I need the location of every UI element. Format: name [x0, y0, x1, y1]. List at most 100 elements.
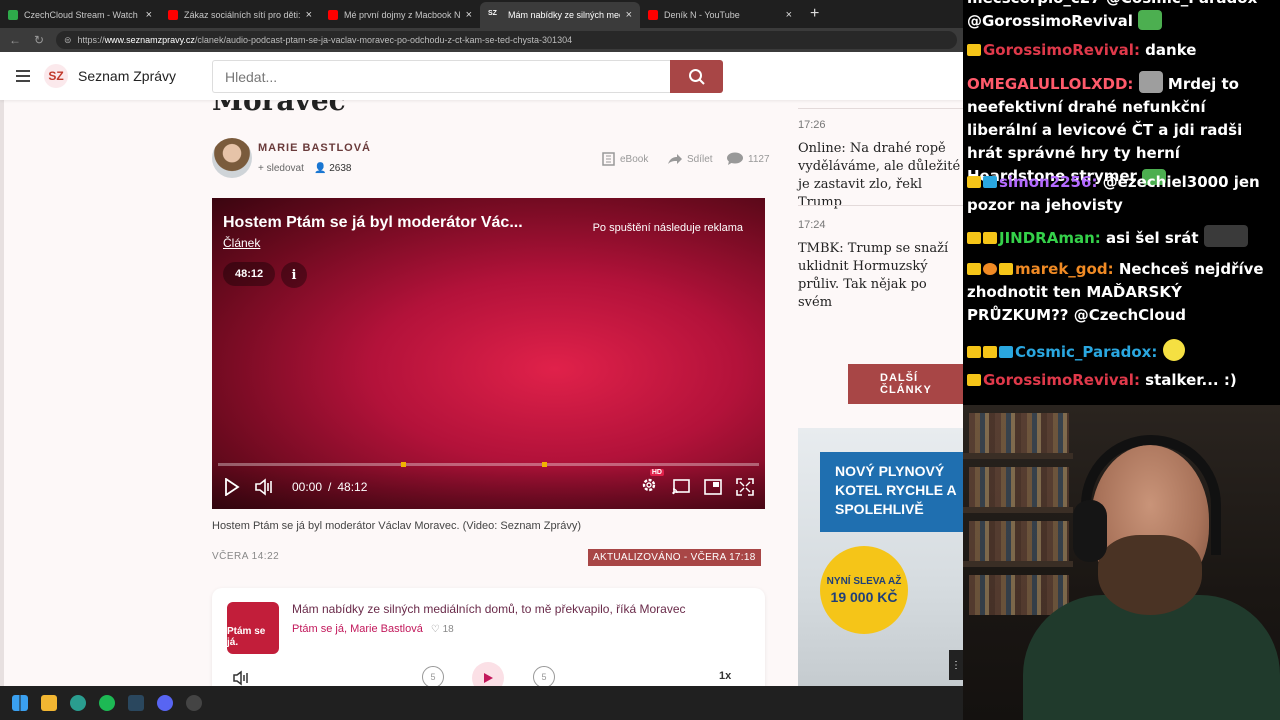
ebook-button[interactable]: eBook: [602, 152, 648, 166]
bits-badge-icon: [983, 346, 997, 358]
bookshelf: [969, 467, 1069, 507]
new-tab-button[interactable]: +: [810, 5, 819, 23]
tab-zakaz-socialnich-siti[interactable]: Zákaz sociálních sítí pro děti: Zničí ×: [160, 2, 320, 28]
close-icon[interactable]: ×: [306, 9, 312, 21]
ad-notice: Po spuštění následuje reklama: [592, 222, 743, 234]
cast-icon[interactable]: [672, 478, 690, 495]
windows-start-icon[interactable]: [12, 695, 28, 711]
tab-seznam-zpravy[interactable]: SZ Mám nabídky ze silných mediálníc ×: [480, 2, 640, 28]
webcam-feed: [963, 405, 1280, 720]
author-avatar[interactable]: [212, 138, 252, 178]
news-item[interactable]: 17:24 TMBK: Trump se snaží uklidnit Horm…: [798, 216, 963, 312]
video-controls: 00:00 / 48:12 HD: [224, 469, 754, 498]
chat-message: simon2256: @ezechiel3000 jen pozor na je…: [967, 173, 1260, 214]
close-icon[interactable]: ×: [466, 9, 472, 21]
chat-text: mecscorpio_c27 @Cosmic_Paradox @Gorossim…: [967, 0, 1257, 30]
file-explorer-icon[interactable]: [41, 695, 57, 711]
divider: [798, 108, 963, 109]
heart-icon: ♡: [430, 623, 440, 635]
follow-button[interactable]: + sledovat: [258, 163, 304, 174]
podcast-controls: 5 5 1x: [232, 662, 732, 686]
tab-czechcloud[interactable]: CzechCloud Stream - Watch Live o ×: [0, 2, 160, 28]
follower-count: 👤 2638: [314, 163, 352, 174]
article-link[interactable]: Článek: [223, 236, 260, 250]
chat-message: mecscorpio_c27 @Cosmic_Paradox @Gorossim…: [967, 0, 1277, 33]
close-icon[interactable]: ×: [786, 9, 792, 21]
ad-marker: [401, 462, 406, 467]
video-player[interactable]: Hostem Ptám se já byl moderátor Vác... Č…: [212, 198, 765, 509]
reload-icon[interactable]: ↻: [32, 33, 46, 47]
site-info-icon[interactable]: ⊜: [64, 35, 72, 46]
youtube-favicon-icon: [328, 10, 338, 20]
podcast-show-link[interactable]: Ptám se já, Marie Bastlová: [292, 623, 423, 635]
podcast-title[interactable]: Mám nabídky ze silných mediálních domů, …: [292, 602, 686, 616]
video-right-controls: HD: [640, 469, 754, 497]
tab-macbook-neo[interactable]: Mé první dojmy z Macbook Neo. Co ×: [320, 2, 480, 28]
play-icon[interactable]: [224, 478, 240, 496]
author-name[interactable]: MARIE BASTLOVÁ: [258, 142, 371, 154]
discord-icon[interactable]: [157, 695, 173, 711]
chat-message: JINDRAman: asi šel srát: [967, 225, 1277, 250]
ad-marker: [542, 462, 547, 467]
close-icon[interactable]: ×: [626, 9, 632, 21]
news-headline[interactable]: TMBK: Trump se snaží uklidnit Hormuzský …: [798, 240, 963, 312]
spotify-icon[interactable]: [99, 695, 115, 711]
chat-username[interactable]: simon2256: [999, 173, 1091, 191]
search-icon: [688, 68, 705, 85]
info-button[interactable]: i: [281, 262, 307, 288]
chat-username[interactable]: OMEGALULLOLXDD: [967, 75, 1127, 93]
search-input[interactable]: Hledat...: [212, 60, 670, 93]
bits-badge-icon: [967, 176, 981, 188]
settings-button[interactable]: HD: [640, 469, 664, 497]
search-button[interactable]: [670, 60, 723, 93]
updated-badge: AKTUALIZOVÁNO - VČERA 17:18: [588, 549, 761, 566]
miniplayer-icon[interactable]: [704, 478, 722, 495]
play-button[interactable]: [472, 662, 504, 686]
seznam-logo[interactable]: SZ: [44, 64, 68, 88]
progress-bar[interactable]: [218, 462, 759, 467]
edge-icon[interactable]: [70, 695, 86, 711]
back-icon[interactable]: ←: [8, 33, 22, 47]
gem-badge-icon: [999, 346, 1013, 358]
close-icon[interactable]: ×: [146, 9, 152, 21]
youtube-favicon-icon: [168, 10, 178, 20]
chat-text: stalker... :): [1145, 371, 1237, 389]
podcast-cover[interactable]: Ptám se já.: [227, 602, 279, 654]
steam-icon[interactable]: [128, 695, 144, 711]
comments-button[interactable]: 1127: [726, 152, 770, 166]
yellow-emote-icon: [1162, 339, 1185, 361]
video-title[interactable]: Hostem Ptám se já byl moderátor Vác...: [223, 214, 523, 232]
tab-denik-n[interactable]: Deník N - YouTube ×: [640, 2, 800, 28]
crown-badge-icon: [967, 263, 981, 275]
volume-icon[interactable]: [232, 670, 250, 686]
chat-username[interactable]: Cosmic_Paradox: [1015, 343, 1151, 361]
fullscreen-icon[interactable]: [736, 477, 754, 496]
screen: CzechCloud Stream - Watch Live o × Zákaz…: [0, 0, 1280, 720]
browser-tab-bar: CzechCloud Stream - Watch Live o × Zákaz…: [0, 0, 963, 28]
chat-username[interactable]: marek_god: [1015, 260, 1108, 278]
speed-button[interactable]: 1x: [719, 670, 731, 682]
crown-badge-icon: [967, 232, 981, 244]
menu-icon[interactable]: [16, 70, 30, 82]
share-button[interactable]: Sdílet: [667, 152, 713, 166]
skip-forward-button[interactable]: 5: [533, 666, 555, 686]
duration-badge: 48:12: [223, 262, 276, 286]
play-icon: [484, 673, 493, 683]
more-articles-button[interactable]: DALŠÍ ČLÁNKY: [848, 364, 963, 404]
chat-username[interactable]: JINDRAman: [999, 229, 1095, 247]
like-button[interactable]: ♡ 18: [431, 624, 454, 635]
app-icon[interactable]: [186, 695, 202, 711]
site-name[interactable]: Seznam Zprávy: [78, 68, 176, 84]
volume-icon[interactable]: [254, 478, 274, 496]
news-item[interactable]: 17:26 Online: Na drahé ropě vyděláváme, …: [798, 116, 963, 212]
url-field[interactable]: ⊜ https://www.seznamzpravy.cz/clanek/aud…: [56, 31, 957, 49]
chat-message: marek_god: Nechceš nejdříve zhodnotit te…: [967, 260, 1264, 324]
advertisement[interactable]: NOVÝ PLYNOVÝ KOTEL RYCHLE A SPOLEHLIVĚ N…: [798, 428, 963, 686]
cat-emote-icon: [1138, 71, 1163, 93]
chat-username[interactable]: GorossimoRevival: [983, 371, 1134, 389]
chat-username[interactable]: GorossimoRevival: [983, 41, 1134, 59]
ad-options-button[interactable]: ⋮: [949, 650, 963, 680]
skip-back-button[interactable]: 5: [422, 666, 444, 686]
news-headline[interactable]: Online: Na drahé ropě vyděláváme, ale dů…: [798, 140, 963, 212]
total-time: 48:12: [337, 480, 368, 494]
